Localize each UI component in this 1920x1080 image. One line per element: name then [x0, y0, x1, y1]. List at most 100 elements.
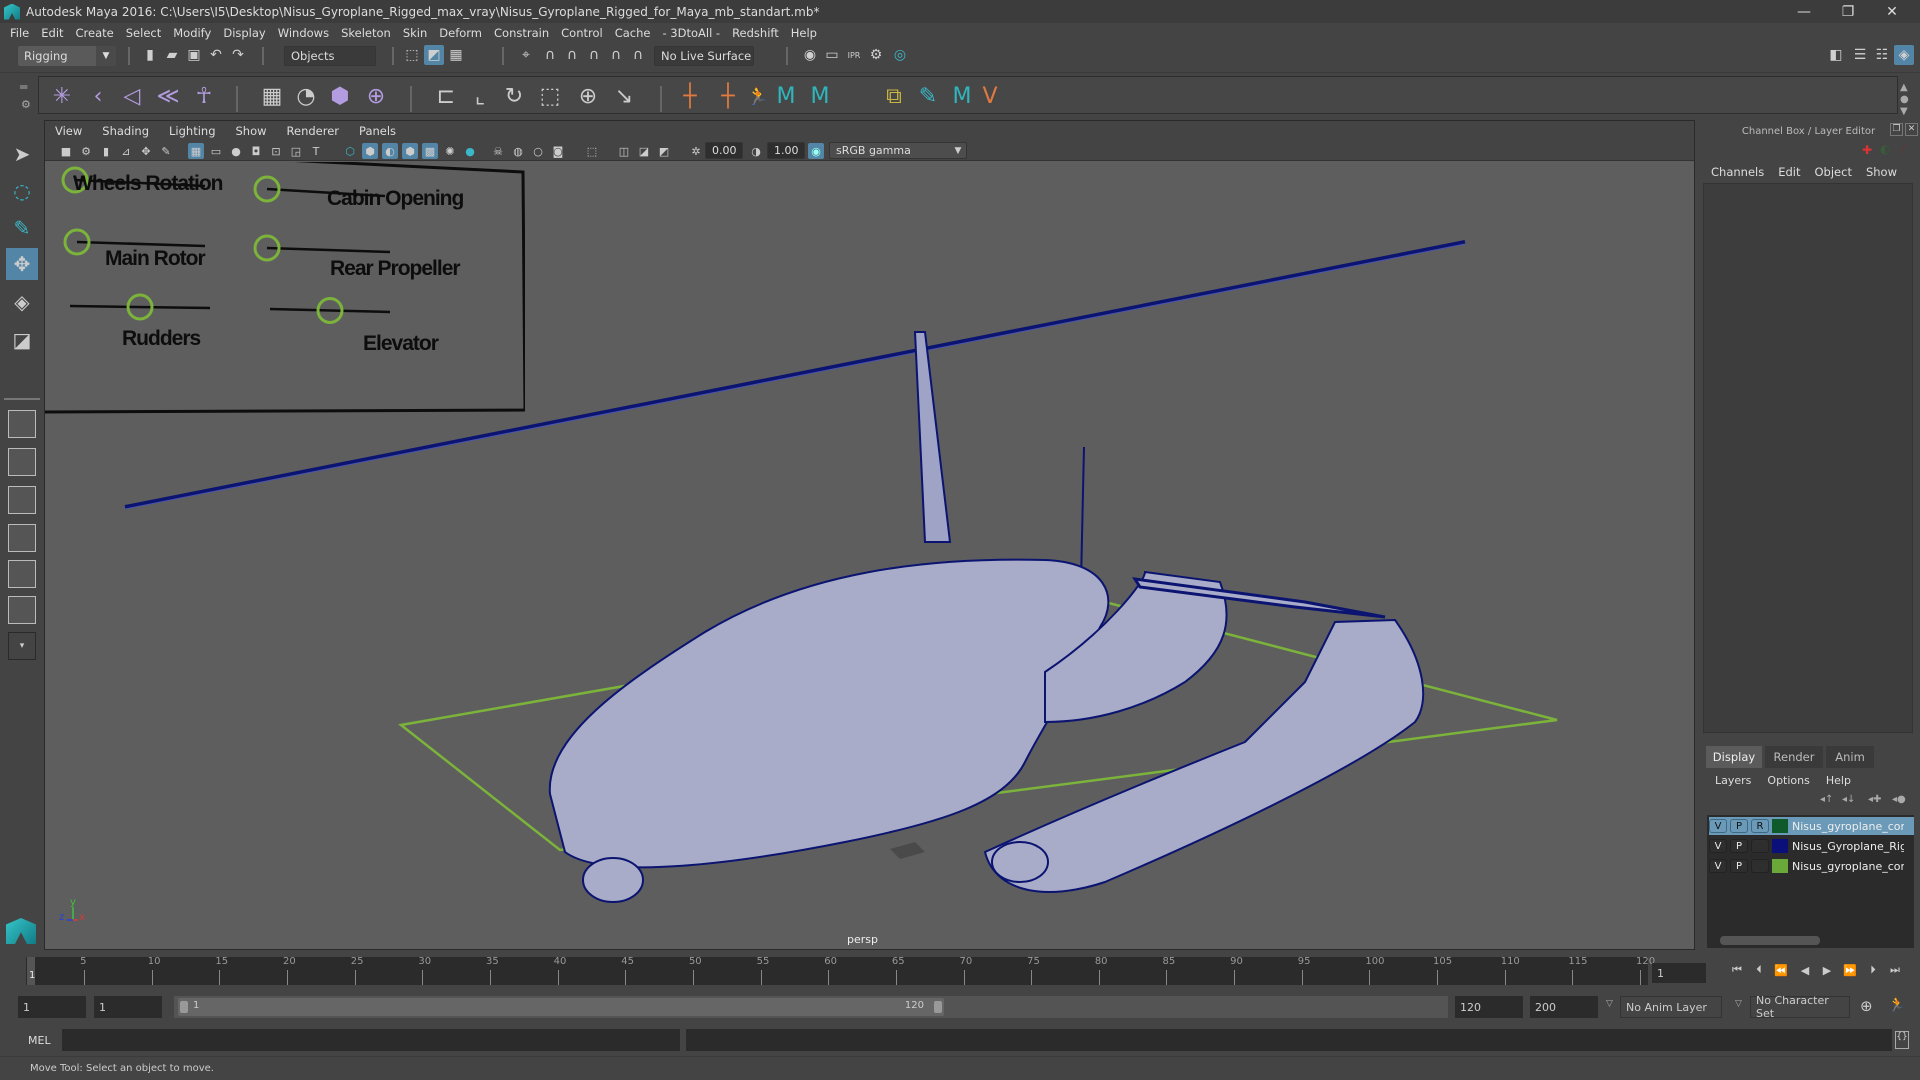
menu-constrain[interactable]: Constrain [494, 26, 549, 40]
save-scene-icon[interactable]: ▣ [184, 45, 204, 65]
maya-icon-1[interactable]: M [772, 82, 800, 110]
isolate-select-icon[interactable]: ⬚ [584, 143, 600, 159]
paint-select-tool-icon[interactable]: ✎ [6, 212, 38, 244]
render-view-icon[interactable]: ◉ [800, 45, 820, 65]
reference-toggle[interactable]: R [1751, 819, 1769, 833]
undo-icon[interactable]: ↶ [206, 45, 226, 65]
color-space-dropdown[interactable]: sRGB gamma [829, 142, 967, 159]
channel-box-toggle-icon[interactable]: ◈ [1894, 45, 1914, 65]
playback-toggle[interactable]: P [1730, 839, 1748, 853]
lasso-tool-icon[interactable]: ◌ [6, 175, 38, 207]
scale-tool-icon[interactable]: ◪ [6, 324, 38, 356]
reference-toggle[interactable] [1751, 859, 1769, 873]
move-tool-icon[interactable]: ✥ [6, 248, 38, 280]
visibility-toggle[interactable]: V [1709, 859, 1727, 873]
shelf-scroll-icon[interactable]: ▲ ● ▼ [1900, 82, 1909, 118]
grease-pencil-icon[interactable]: ✎ [158, 143, 174, 159]
camera-icon[interactable]: ■ [58, 143, 74, 159]
playback-toggle[interactable]: P [1730, 819, 1748, 833]
live-surface-field[interactable]: No Live Surface [654, 46, 754, 66]
viewport-menu-renderer[interactable]: Renderer [287, 124, 340, 138]
single-perspective-layout-icon[interactable] [8, 410, 36, 438]
step-back-key-icon[interactable]: ⏴ [1752, 963, 1766, 977]
gamma-icon[interactable]: ◑ [748, 143, 764, 159]
menu-skeleton[interactable]: Skeleton [341, 26, 391, 40]
exposure-field[interactable]: 0.00 [705, 142, 743, 159]
aim-constraint-icon[interactable]: ⊕ [574, 82, 602, 110]
rotate-tool-icon[interactable]: ◈ [6, 286, 38, 318]
tab-anim[interactable]: Anim [1826, 746, 1874, 768]
playback-end-field[interactable]: 120 [1455, 996, 1523, 1018]
attribute-editor-icon[interactable]: ☰ [1850, 45, 1870, 65]
bookmark-icon[interactable]: ▮ [98, 143, 114, 159]
menu-display[interactable]: Display [223, 26, 265, 40]
layer-color-swatch[interactable] [1772, 839, 1788, 853]
maximize-button[interactable]: ❐ [1826, 0, 1870, 23]
ipr-render-icon[interactable]: IPR [844, 45, 864, 65]
snap-curve-icon[interactable]: ∩ [540, 45, 560, 65]
xray-icon[interactable]: ◫ [616, 143, 632, 159]
speed-toggle-icon[interactable]: ⁄ [1902, 142, 1904, 156]
persp-outliner-layout-icon[interactable] [8, 486, 36, 514]
range-start-field[interactable]: 1 [18, 996, 86, 1018]
screen-space-ao-icon[interactable]: ☠ [490, 143, 506, 159]
auto-key-icon[interactable]: ⊕ [1860, 997, 1873, 1015]
motion-blur-icon[interactable]: ◍ [510, 143, 526, 159]
layer-color-swatch[interactable] [1772, 819, 1788, 833]
film-gate-icon[interactable]: ▭ [208, 143, 224, 159]
xray-active-icon[interactable]: ◩ [656, 143, 672, 159]
play-forwards-icon[interactable]: ▶ [1820, 963, 1834, 977]
safe-action-icon[interactable]: ◲ [288, 143, 304, 159]
scrollbar-thumb[interactable] [1720, 936, 1820, 945]
range-end-handle[interactable] [934, 1001, 942, 1013]
grid-icon[interactable]: ▦ [188, 143, 204, 159]
move-layer-down-icon[interactable]: ◂↓ [1842, 794, 1855, 805]
animation-preferences-icon[interactable]: 🏃 [1888, 997, 1905, 1013]
select-object-icon[interactable]: ◩ [424, 45, 444, 65]
current-frame-field[interactable]: 1 [1652, 963, 1706, 983]
anti-aliasing-icon[interactable]: ○ [530, 143, 546, 159]
playback-toggle[interactable]: P [1730, 859, 1748, 873]
paint-select-icon[interactable]: ✎ [914, 82, 942, 110]
resolution-gate-icon[interactable]: ● [228, 143, 244, 159]
range-slider[interactable]: 1 120 [178, 998, 944, 1016]
humanik-icon[interactable]: ☥ [190, 82, 218, 110]
depth-of-field-icon[interactable]: ◙ [550, 143, 566, 159]
layer-color-swatch[interactable] [1772, 859, 1788, 873]
viewport-menu-shading[interactable]: Shading [102, 124, 149, 138]
menu-create[interactable]: Create [76, 26, 114, 40]
point-constraint-icon[interactable]: ⌞ [466, 82, 494, 110]
selection-mask-field[interactable]: Objects [284, 46, 376, 66]
gamma-field[interactable]: 1.00 [767, 142, 805, 159]
render-settings-icon[interactable]: ⚙ [866, 45, 886, 65]
go-to-end-icon[interactable]: ⏭ [1888, 963, 1902, 977]
select-hierarchy-icon[interactable]: ⬚ [402, 45, 422, 65]
menu-windows[interactable]: Windows [278, 26, 329, 40]
layer-row[interactable]: V P Nisus_Gyroplane_Rigged [1709, 837, 1914, 855]
persp-graph-layout-icon[interactable] [8, 524, 36, 552]
locator-icon[interactable]: ┼ [676, 82, 704, 110]
close-panel-icon[interactable]: ✕ [1905, 123, 1918, 136]
scale-constraint-icon[interactable]: ⬚ [536, 82, 564, 110]
paint-weights-icon[interactable]: ▦ [258, 82, 286, 110]
time-slider[interactable] [26, 957, 1648, 985]
reference-toggle[interactable] [1751, 839, 1769, 853]
help-menu[interactable]: Help [1826, 774, 1851, 787]
select-tool-icon[interactable]: ➤ [6, 138, 38, 170]
chevron-down-icon[interactable]: ▼ [950, 143, 966, 159]
safe-title-icon[interactable]: T [308, 143, 324, 159]
open-scene-icon[interactable]: ▰ [162, 45, 182, 65]
menu-3dtoall[interactable]: - 3DtoAll - [662, 26, 720, 40]
color-management-toggle-icon[interactable]: ◉ [808, 143, 824, 159]
sculpt-deformer-icon[interactable]: ◔ [292, 82, 320, 110]
edit-menu[interactable]: Edit [1778, 165, 1800, 179]
playback-start-field[interactable]: 1 [94, 996, 162, 1018]
exposure-icon[interactable]: ✲ [688, 143, 704, 159]
pole-vector-icon[interactable]: ↘ [610, 82, 638, 110]
key-toggle-icon[interactable]: ◐ [1880, 142, 1890, 156]
options-menu[interactable]: Options [1767, 774, 1809, 787]
show-menu[interactable]: Show [1866, 165, 1897, 179]
channels-menu[interactable]: Channels [1711, 165, 1764, 179]
persp-hypershade-layout-icon[interactable] [8, 560, 36, 588]
menu-select[interactable]: Select [126, 26, 161, 40]
